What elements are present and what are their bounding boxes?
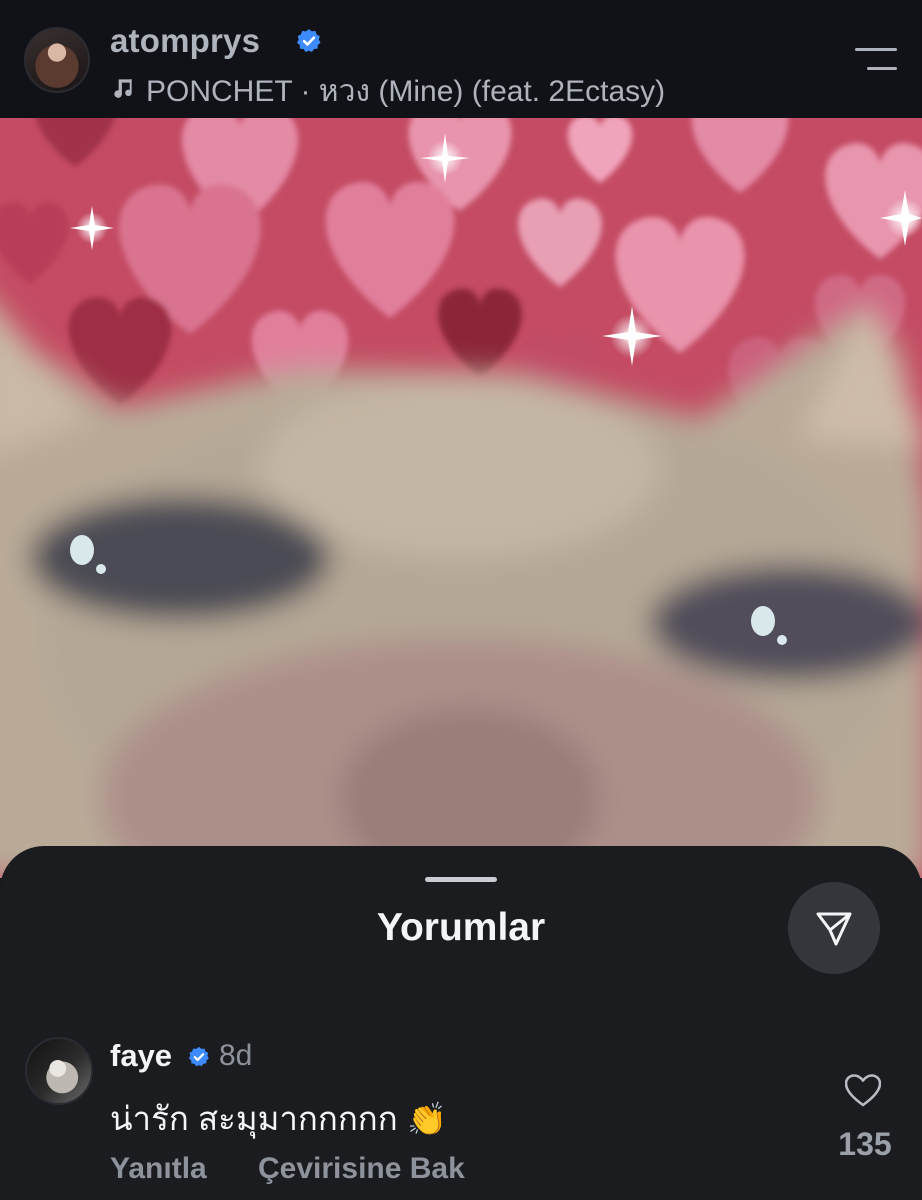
comment-timestamp: 8d	[219, 1039, 253, 1072]
music-label: PONCHET · หวง (Mine) (feat. 2Ectasy)	[146, 75, 666, 108]
like-count: 135	[838, 1126, 892, 1162]
verified-badge-icon	[188, 1046, 209, 1067]
post-header: atomprys PONCHET · หวง (Mine) (feat. 2Ec…	[0, 0, 922, 118]
comment-text: น่ารัก สะมุมากกกกก 👏	[110, 1092, 447, 1145]
comment-username[interactable]: faye	[110, 1038, 172, 1074]
cat-with-hearts-image	[0, 118, 922, 878]
sheet-grabber[interactable]	[425, 877, 497, 882]
send-icon	[816, 912, 852, 946]
clap-emoji: 👏	[406, 1101, 447, 1137]
share-button[interactable]	[788, 882, 880, 974]
avatar[interactable]	[24, 27, 90, 93]
post-media[interactable]	[0, 118, 922, 878]
heart-icon[interactable]	[845, 1074, 881, 1108]
translate-button[interactable]: Çevirisine Bak	[258, 1152, 465, 1186]
comment-body: น่ารัก สะมุมากกกกก	[110, 1100, 398, 1137]
music-line[interactable]: PONCHET · หวง (Mine) (feat. 2Ectasy)	[110, 68, 665, 115]
comment-avatar[interactable]	[25, 1037, 93, 1105]
comments-sheet: Yorumlar faye 8d น่ารัก สะมุมากกกกก 👏 Ya…	[0, 846, 922, 1200]
post-screen: atomprys PONCHET · หวง (Mine) (feat. 2Ec…	[0, 0, 922, 1200]
username[interactable]: atomprys	[110, 22, 260, 60]
reply-button[interactable]: Yanıtla	[110, 1152, 207, 1186]
sheet-title: Yorumlar	[376, 906, 546, 949]
menu-icon[interactable]	[855, 46, 897, 72]
verified-badge-icon	[296, 29, 321, 52]
music-note-icon	[114, 79, 132, 98]
